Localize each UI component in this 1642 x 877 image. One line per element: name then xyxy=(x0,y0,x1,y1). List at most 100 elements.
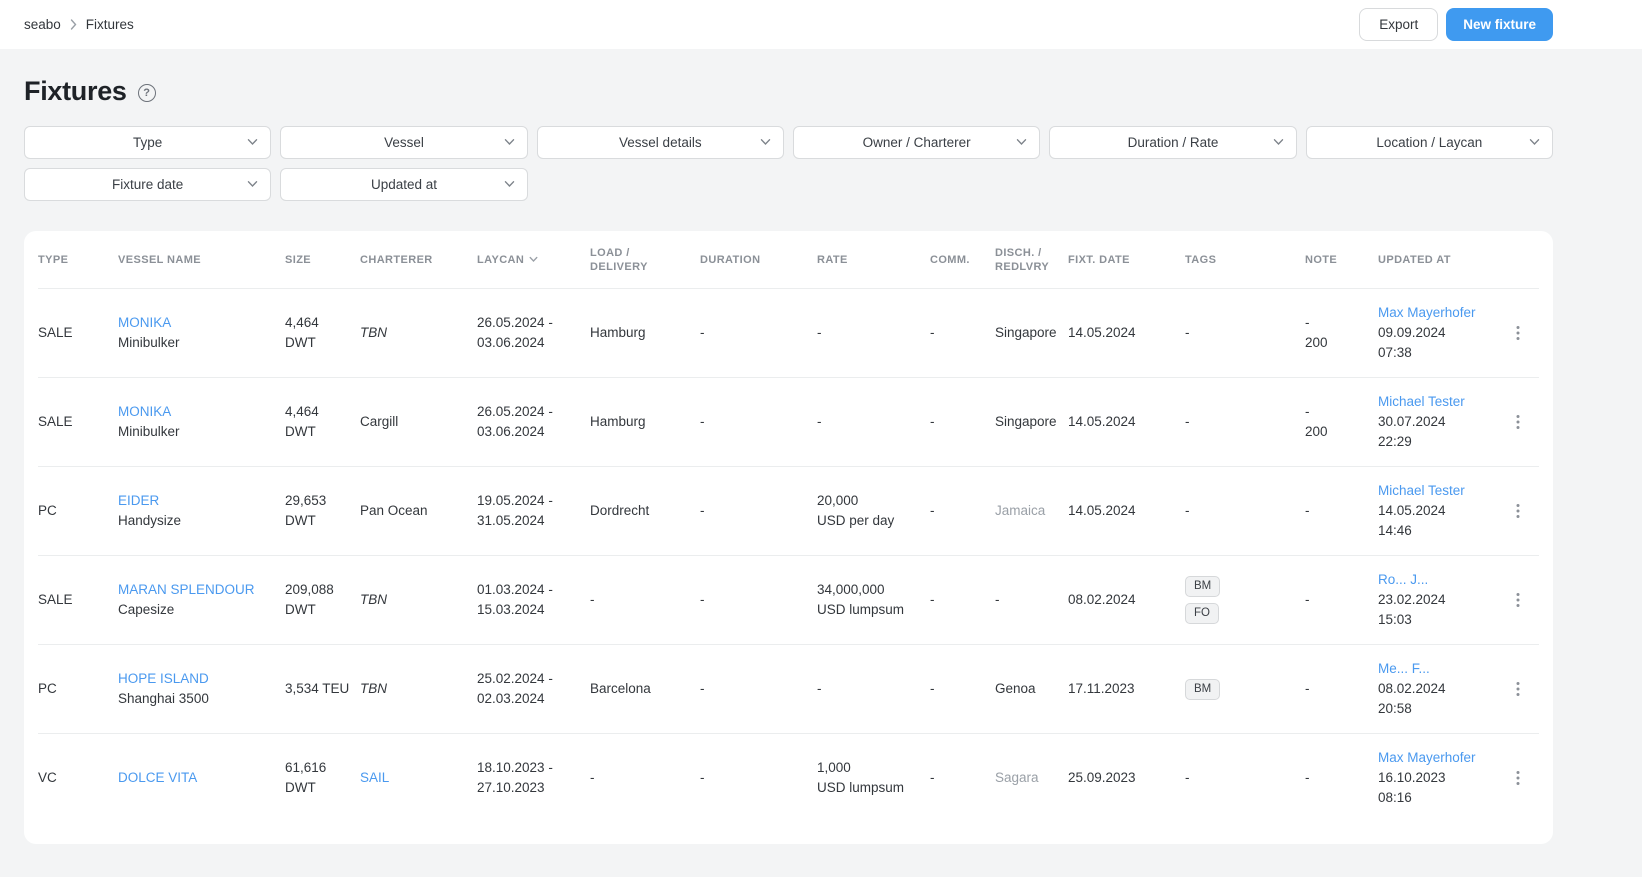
page-title: Fixtures xyxy=(24,76,127,106)
cell-note: -200 xyxy=(1305,404,1328,439)
chevron-down-icon xyxy=(504,139,514,146)
sort-chevron-down-icon xyxy=(529,256,538,262)
cell-updated-at: Michael Tester 14.05.2024 14:46 xyxy=(1378,481,1508,541)
row-menu-button[interactable] xyxy=(1508,325,1538,341)
cell-rate: 1,000 USD lumpsum xyxy=(817,760,905,795)
cell-laycan: 18.10.2023 -27.10.2023 xyxy=(477,760,553,795)
cell-type: VC xyxy=(38,770,57,785)
cell-comm: - xyxy=(930,681,935,696)
chevron-down-icon xyxy=(1017,139,1027,146)
filter-location-laycan[interactable]: Location / Laycan xyxy=(1305,126,1553,159)
updated-user-link[interactable]: Michael Tester xyxy=(1378,394,1465,409)
filter-vessel-details[interactable]: Vessel details xyxy=(536,126,784,159)
cell-fixt-date: 14.05.2024 xyxy=(1068,414,1136,429)
fixtures-table: TYPE VESSEL NAME SIZE CHARTERER LAYCAN L… xyxy=(24,231,1553,844)
cell-laycan: 25.02.2024 -02.03.2024 xyxy=(477,671,553,706)
cell-disch-redlvry: Sagara xyxy=(995,770,1039,785)
table-row[interactable]: PC HOPE ISLAND Shanghai 3500 3,534 TEU T… xyxy=(38,644,1539,733)
filter-updated-at[interactable]: Updated at xyxy=(280,168,528,201)
vessel-link[interactable]: MARAN SPLENDOUR xyxy=(118,582,255,597)
updated-user-link[interactable]: Michael Tester xyxy=(1378,483,1465,498)
vessel-link[interactable]: MONIKA xyxy=(118,404,171,419)
vessel-link[interactable]: EIDER xyxy=(118,493,159,508)
tag-chip: BM xyxy=(1185,678,1221,700)
filter-label: Updated at xyxy=(370,177,438,192)
export-button[interactable]: Export xyxy=(1359,8,1439,41)
col-header-laycan[interactable]: LAYCAN xyxy=(477,253,590,267)
updated-date: 30.07.2024 xyxy=(1378,414,1446,429)
col-header-tags: TAGS xyxy=(1185,253,1217,266)
cell-rate: 20,000 USD per day xyxy=(817,493,895,528)
chevron-down-icon xyxy=(1273,139,1283,146)
tag-chip: FO xyxy=(1185,603,1219,624)
cell-type: SALE xyxy=(38,414,73,429)
filter-duration-rate[interactable]: Duration / Rate xyxy=(1049,126,1297,159)
row-menu-button[interactable] xyxy=(1508,681,1538,697)
chevron-down-icon xyxy=(248,139,258,146)
cell-fixt-date: 25.09.2023 xyxy=(1068,770,1136,785)
cell-duration: - xyxy=(700,503,705,518)
row-menu-button[interactable] xyxy=(1508,414,1538,430)
cell-tags: - xyxy=(1185,414,1190,429)
cell-load-delivery: Hamburg xyxy=(590,325,646,340)
col-header-type: TYPE xyxy=(38,253,69,266)
cell-rate: - xyxy=(817,414,822,429)
breadcrumb-root[interactable]: seabo xyxy=(24,17,61,32)
cell-vessel: MONIKA Minibulker xyxy=(118,402,285,442)
vessel-link[interactable]: DOLCE VITA xyxy=(118,770,197,785)
vessel-link[interactable]: MONIKA xyxy=(118,315,171,330)
filter-label: Location / Laycan xyxy=(1376,135,1483,150)
vessel-subtitle: Minibulker xyxy=(118,424,180,439)
row-menu-button[interactable] xyxy=(1508,770,1538,786)
new-fixture-button[interactable]: New fixture xyxy=(1446,8,1553,41)
breadcrumb: seabo Fixtures xyxy=(24,17,134,32)
cell-charterer: TBN xyxy=(360,679,477,699)
updated-user-link[interactable]: Max Mayerhofer xyxy=(1378,750,1476,765)
row-menu-button[interactable] xyxy=(1508,592,1538,608)
cell-load-delivery: Barcelona xyxy=(590,681,651,696)
charterer-text[interactable]: SAIL xyxy=(360,770,389,785)
table-row[interactable]: PC EIDER Handysize 29,653 DWT Pan Ocean 1… xyxy=(38,466,1539,555)
cell-note: - xyxy=(1305,592,1310,607)
row-menu-button[interactable] xyxy=(1508,503,1538,519)
table-row[interactable]: SALE MONIKA Minibulker 4,464 DWT TBN 26.… xyxy=(38,288,1539,377)
cell-laycan: 19.05.2024 -31.05.2024 xyxy=(477,493,553,528)
kebab-menu-icon xyxy=(1516,593,1520,607)
table-row[interactable]: SALE MARAN SPLENDOUR Capesize 209,088 DWT… xyxy=(38,555,1539,644)
filter-vessel[interactable]: Vessel xyxy=(280,126,528,159)
cell-fixt-date: 14.05.2024 xyxy=(1068,503,1136,518)
filter-owner-charterer[interactable]: Owner / Charterer xyxy=(792,126,1041,159)
table-row[interactable]: VC DOLCE VITA 61,616 DWT SAIL 18.10.2023 … xyxy=(38,733,1539,822)
cell-load-delivery: Hamburg xyxy=(590,414,646,429)
updated-date: 14.05.2024 xyxy=(1378,503,1446,518)
chevron-down-icon xyxy=(1529,139,1540,146)
charterer-text: TBN xyxy=(360,325,387,340)
charterer-text: TBN xyxy=(360,592,387,607)
cell-updated-at: Michael Tester 30.07.2024 22:29 xyxy=(1378,392,1508,452)
breadcrumb-current[interactable]: Fixtures xyxy=(86,17,134,32)
cell-vessel: MONIKA Minibulker xyxy=(118,313,285,353)
filter-type[interactable]: Type xyxy=(24,126,272,159)
updated-user-link[interactable]: Me... F... xyxy=(1378,661,1430,676)
col-header-updated-at: UPDATED AT xyxy=(1378,253,1451,266)
filter-label: Owner / Charterer xyxy=(862,135,971,150)
cell-comm: - xyxy=(930,770,935,785)
cell-charterer: Cargill xyxy=(360,412,477,432)
vessel-link[interactable]: HOPE ISLAND xyxy=(118,671,209,686)
cell-comm: - xyxy=(930,414,935,429)
vessel-subtitle: Shanghai 3500 xyxy=(118,691,209,706)
kebab-menu-icon xyxy=(1516,682,1520,696)
col-header-comm: COMM. xyxy=(930,253,970,266)
table-row[interactable]: SALE MONIKA Minibulker 4,464 DWT Cargill… xyxy=(38,377,1539,466)
cell-tags: BM xyxy=(1185,678,1305,700)
updated-user-link[interactable]: Max Mayerhofer xyxy=(1378,305,1476,320)
cell-rate: - xyxy=(817,325,822,340)
top-bar: seabo Fixtures Export New fixture xyxy=(0,0,1642,49)
col-header-load-delivery: LOAD / DELIVERY xyxy=(590,246,648,273)
kebab-menu-icon xyxy=(1516,326,1520,340)
help-icon[interactable]: ? xyxy=(137,84,156,102)
filter-fixture-date[interactable]: Fixture date xyxy=(24,168,272,201)
charterer-text: Cargill xyxy=(360,414,399,429)
updated-user-link[interactable]: Ro... J... xyxy=(1378,572,1428,587)
cell-tags: - xyxy=(1185,503,1190,518)
